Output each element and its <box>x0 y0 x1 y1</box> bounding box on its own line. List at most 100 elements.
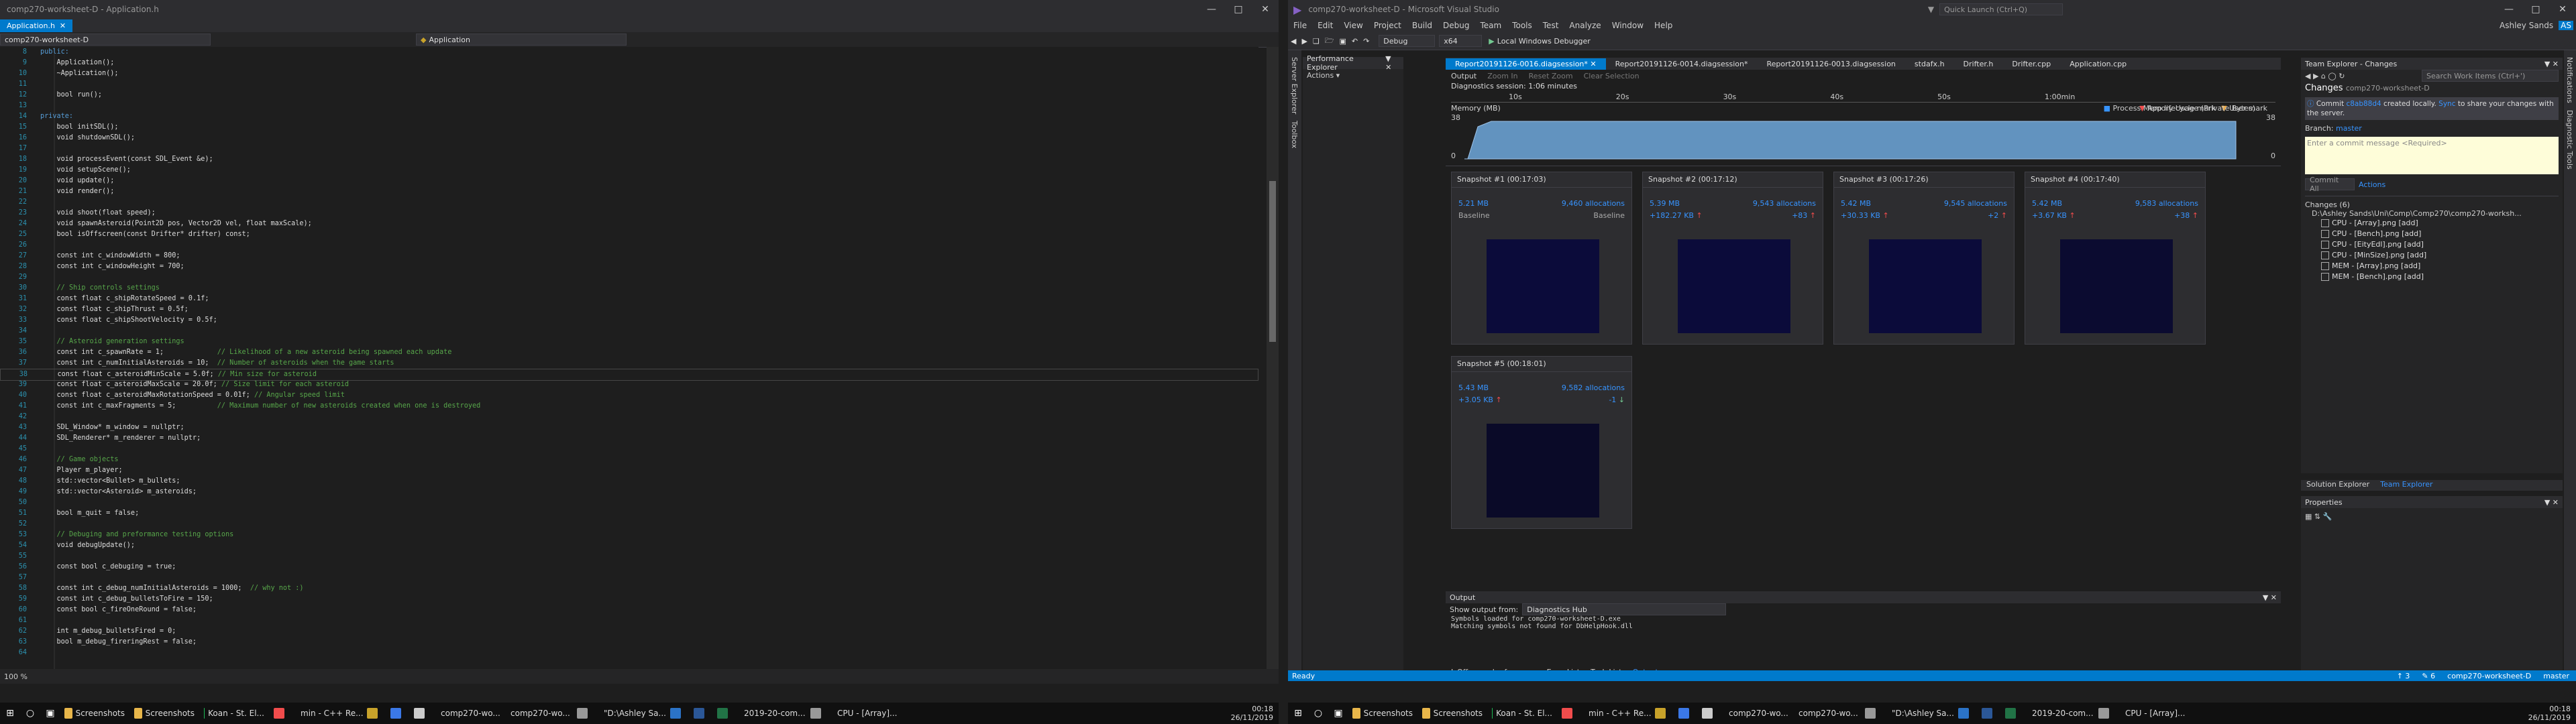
taskbar-item[interactable] <box>386 704 409 723</box>
menu-window[interactable]: Window <box>1607 21 1649 30</box>
taskbar-item[interactable]: comp270-wo... <box>1721 704 1790 723</box>
taskbar-item[interactable] <box>1978 704 2000 723</box>
user-avatar[interactable]: AS <box>2559 21 2573 30</box>
start-icon[interactable]: ⊞ <box>0 705 20 721</box>
code-editor[interactable]: 8 public: 9 Application(); 10 ~Application(… <box>0 47 1258 669</box>
taskbar-item[interactable] <box>270 704 292 723</box>
tab-application-h[interactable]: Application.h ✕ <box>0 19 73 32</box>
taskbar-item[interactable] <box>410 704 432 723</box>
snapshot-size-link[interactable]: 5.21 MB <box>1458 199 1489 208</box>
te-actions-menu[interactable]: Actions <box>2359 180 2385 189</box>
document-tab[interactable]: Report20191126-0014.diagsession* <box>1606 58 1758 70</box>
menu-build[interactable]: Build <box>1407 21 1438 30</box>
taskbar-item[interactable] <box>363 704 385 723</box>
search-icon-2[interactable]: ○ <box>1308 705 1328 721</box>
task-view-icon[interactable]: ▣ <box>40 705 60 721</box>
toolbox-tab[interactable]: Toolbox <box>1290 121 1299 148</box>
snapshot-size-diff[interactable]: +30.33 KB ↑ <box>1841 211 1889 220</box>
taskbar-item[interactable] <box>1674 704 1697 723</box>
menu-debug[interactable]: Debug <box>1438 21 1474 30</box>
document-tab[interactable]: Report20191126-0013.diagsession <box>1758 58 1905 70</box>
sync-link[interactable]: Sync <box>2438 100 2455 108</box>
taskbar-item[interactable]: comp270-wo... <box>433 704 502 723</box>
document-tab[interactable]: stdafx.h <box>1905 58 1954 70</box>
project-dropdown[interactable]: comp270-worksheet-D <box>0 34 211 46</box>
search-icon[interactable]: ○ <box>20 705 40 721</box>
menu-test[interactable]: Test <box>1538 21 1564 30</box>
scroll-thumb[interactable] <box>1269 181 1276 342</box>
config-dropdown[interactable]: Debug <box>1379 35 1436 47</box>
document-tab[interactable]: Drifter.h <box>1954 58 2003 70</box>
open-icon[interactable]: 🗁 <box>1322 35 1337 48</box>
platform-dropdown[interactable]: x64 <box>1439 35 1483 47</box>
taskbar-item[interactable]: Screenshots <box>1348 704 1417 723</box>
changed-file[interactable]: CPU - [Array].png [add] <box>2321 218 2563 229</box>
snapshot-allocs-link[interactable]: 9,545 allocations <box>1944 199 2007 208</box>
vs-restore-icon[interactable]: □ <box>2522 4 2549 15</box>
back-icon[interactable]: ◀ <box>1288 37 1299 46</box>
taskbar-item[interactable] <box>2094 704 2116 723</box>
te-bottom-tab[interactable]: Team Explorer <box>2375 480 2438 491</box>
menu-tools[interactable]: Tools <box>1507 21 1538 30</box>
taskbar-clock[interactable]: 00:18 26/11/2019 <box>1231 705 1279 722</box>
diagnostic-tools-tab[interactable]: Diagnostic Tools <box>2565 110 2574 170</box>
snapshot-allocs-link[interactable]: 9,543 allocations <box>1753 199 1816 208</box>
snapshot-allocs-link[interactable]: 9,583 allocations <box>2135 199 2198 208</box>
snapshot-size-diff[interactable]: +182.27 KB ↑ <box>1650 211 1703 220</box>
undo-icon[interactable]: ↶ <box>1349 37 1360 46</box>
snapshot-alloc-diff[interactable]: -1 ↓ <box>1609 396 1625 404</box>
search-work-items-input[interactable]: Search Work Items (Ctrl+') <box>2422 70 2559 82</box>
taskbar-item[interactable] <box>713 704 735 723</box>
menu-project[interactable]: Project <box>1368 21 1407 30</box>
taskbar-item[interactable]: "D:\Ashley Sa... <box>1884 704 1954 723</box>
document-tab[interactable]: Drifter.cpp <box>2002 58 2060 70</box>
menu-analyze[interactable]: Analyze <box>1564 21 1606 30</box>
menu-file[interactable]: File <box>1288 21 1312 30</box>
taskbar-item[interactable]: comp270-wo... <box>503 704 572 723</box>
snapshot-alloc-diff[interactable]: +83 ↑ <box>1792 211 1816 220</box>
taskbar-item[interactable]: Koan - St. El... <box>200 704 268 723</box>
document-tab[interactable]: Report20191126-0016.diagsession* ✕ <box>1446 58 1606 70</box>
changed-file[interactable]: MEM - [Array].png [add] <box>2321 261 2563 272</box>
taskbar-item[interactable] <box>1954 704 1976 723</box>
output-close-icon[interactable]: ▼ ✕ <box>2263 593 2277 602</box>
scope-dropdown[interactable]: ◆ Application <box>416 34 627 46</box>
menu-view[interactable]: View <box>1338 21 1368 30</box>
taskbar-item[interactable] <box>2001 704 2023 723</box>
snapshot-size-link[interactable]: 5.42 MB <box>2032 199 2062 208</box>
zoom-level[interactable]: 100 % <box>4 672 28 681</box>
restore-icon[interactable]: □ <box>1225 4 1252 15</box>
taskbar-clock-2[interactable]: 00:18 26/11/2019 <box>2528 705 2576 722</box>
props-close-icon[interactable]: ▼ ✕ <box>2544 498 2559 507</box>
taskbar-item[interactable] <box>666 704 688 723</box>
close-icon[interactable]: ✕ <box>1252 4 1279 15</box>
status-item[interactable]: ↑ 3 <box>2397 672 2410 680</box>
changed-file[interactable]: MEM - [Bench].png [add] <box>2321 272 2563 282</box>
forward-icon[interactable]: ▶ <box>1299 37 1309 46</box>
taskbar-item[interactable] <box>806 704 828 723</box>
timeline-ruler[interactable]: 10s 20s 30s 40s 50s 1:00min <box>1451 93 2275 103</box>
changes-count[interactable]: Changes (6) <box>2301 200 2563 209</box>
taskbar-item[interactable] <box>573 704 595 723</box>
status-item[interactable]: ✎ 6 <box>2422 672 2435 680</box>
snapshot-alloc-diff[interactable]: +38 ↑ <box>2174 211 2198 220</box>
taskbar-item[interactable] <box>690 704 712 723</box>
taskbar-item[interactable] <box>1698 704 1720 723</box>
properties-toolbar[interactable]: ▦ ⇅ 🔧 <box>2301 508 2563 525</box>
taskbar-item[interactable]: Screenshots <box>130 704 199 723</box>
menu-edit[interactable]: Edit <box>1312 21 1338 30</box>
taskbar-item[interactable] <box>1651 704 1673 723</box>
minimize-icon[interactable]: — <box>1198 4 1225 15</box>
pin-icon[interactable]: ▼ ✕ <box>1385 54 1399 72</box>
output-source-dropdown[interactable]: Diagnostics Hub <box>1522 603 1727 615</box>
taskbar-item[interactable]: comp270-wo... <box>1791 704 1860 723</box>
taskbar-item[interactable]: min - C++ Re... <box>293 704 364 723</box>
taskbar-item[interactable]: Screenshots <box>1418 704 1487 723</box>
commit-hash-link[interactable]: c8ab88d4 <box>2346 100 2381 108</box>
taskbar-item[interactable] <box>1558 704 1580 723</box>
vs-minimize-icon[interactable]: — <box>2496 4 2522 15</box>
taskbar-item[interactable]: min - C++ Re... <box>1581 704 1652 723</box>
taskbar-item[interactable]: Screenshots <box>60 704 129 723</box>
taskbar-item[interactable]: 2019-20-com... <box>2025 704 2094 723</box>
run-debugger-button[interactable]: Local Windows Debugger <box>1497 37 1591 46</box>
